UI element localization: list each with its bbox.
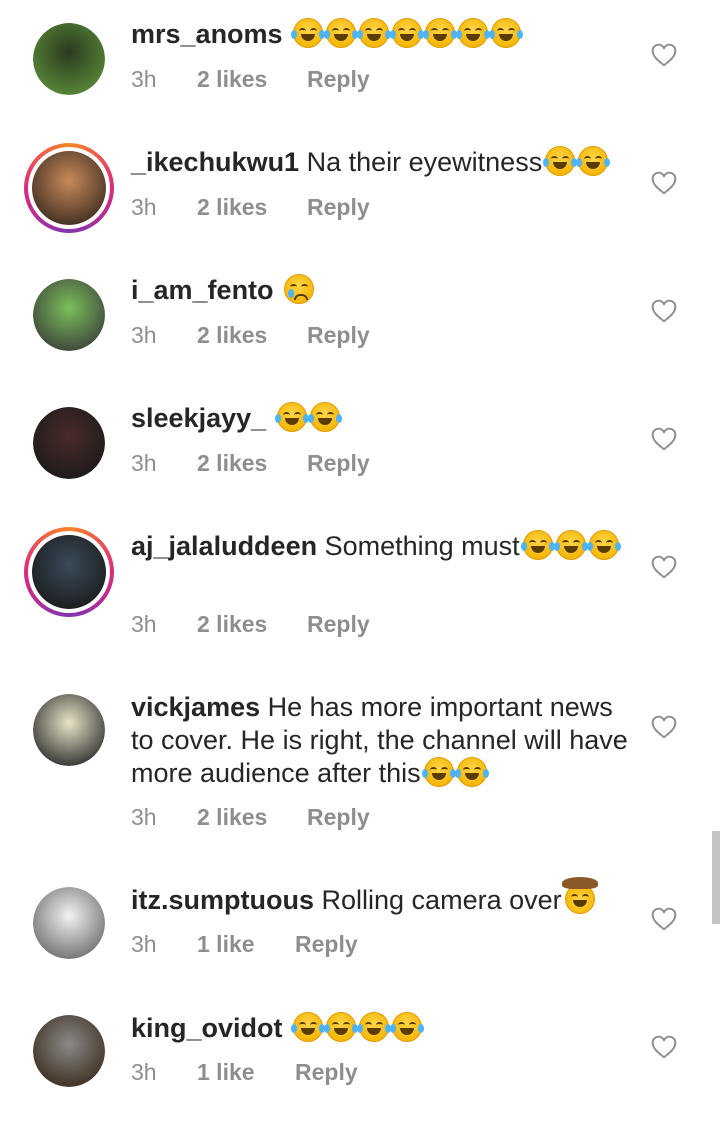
heart-outline-icon[interactable]	[651, 43, 677, 67]
comment-meta: 3h 1 like Reply	[131, 1059, 358, 1086]
comment-text: itz.sumptuous Rolling camera over	[131, 877, 631, 917]
timestamp: 3h	[131, 450, 157, 476]
avatar[interactable]	[33, 1015, 105, 1087]
avatar[interactable]	[33, 279, 105, 351]
reply-button[interactable]: Reply	[295, 931, 358, 958]
reply-button[interactable]: Reply	[307, 66, 370, 93]
likes-count-link[interactable]: 2 likes	[197, 322, 307, 349]
comment-meta: 3h 2 likes Reply	[131, 450, 370, 477]
timestamp: 3h	[131, 611, 157, 637]
heart-outline-icon[interactable]	[651, 171, 677, 195]
scrollbar[interactable]	[712, 831, 720, 924]
avatar[interactable]	[24, 527, 114, 617]
username-link[interactable]: aj_jalaluddeen	[131, 531, 317, 561]
reply-button[interactable]: Reply	[307, 804, 370, 831]
username-link[interactable]: mrs_anoms	[131, 19, 283, 49]
likes-count-link[interactable]: 1 like	[197, 931, 295, 958]
username-link[interactable]: sleekjayy_	[131, 403, 266, 433]
timestamp: 3h	[131, 931, 157, 957]
heart-outline-icon[interactable]	[651, 427, 677, 451]
heart-outline-icon[interactable]	[651, 299, 677, 323]
heart-outline-icon[interactable]	[651, 555, 677, 579]
heart-outline-icon[interactable]	[651, 1035, 677, 1059]
laughing-crying-emoji-icon	[456, 18, 491, 48]
reply-button[interactable]: Reply	[307, 194, 370, 221]
timestamp: 3h	[131, 322, 157, 348]
avatar[interactable]	[33, 407, 105, 479]
likes-count-link[interactable]: 2 likes	[197, 804, 307, 831]
comment-text: aj_jalaluddeen Something must	[131, 530, 631, 563]
laughing-crying-emoji-icon	[423, 18, 458, 48]
laughing-crying-emoji-icon	[553, 530, 588, 560]
likes-count-link[interactable]: 2 likes	[197, 450, 307, 477]
comment-meta: 3h 2 likes Reply	[131, 66, 370, 93]
comment-text: king_ovidot	[131, 1012, 631, 1045]
crying-face-emoji-icon	[284, 274, 315, 304]
username-link[interactable]: i_am_fento	[131, 275, 274, 305]
timestamp: 3h	[131, 194, 157, 220]
laughing-crying-emoji-icon	[357, 1012, 392, 1042]
comment-text: vickjames He has more important news to …	[131, 691, 631, 790]
avatar[interactable]	[33, 694, 105, 766]
laughing-crying-emoji-icon	[324, 1012, 359, 1042]
comment-meta: 3h 2 likes Reply	[131, 194, 370, 221]
comment-meta: 3h 2 likes Reply	[131, 611, 370, 638]
likes-count-link[interactable]: 2 likes	[197, 194, 307, 221]
comment-body: Rolling camera over	[321, 885, 562, 915]
laughing-crying-emoji-icon	[390, 1012, 425, 1042]
comment-text: mrs_anoms	[131, 18, 631, 51]
username-link[interactable]: _ikechukwu1	[131, 147, 299, 177]
comment-body: Na their eyewitness	[306, 147, 543, 177]
comment-meta: 3h 1 like Reply	[131, 931, 358, 958]
laughing-crying-emoji-icon	[586, 530, 621, 560]
laughing-crying-emoji-icon	[421, 757, 456, 787]
laughing-crying-emoji-icon	[489, 18, 524, 48]
laughing-crying-emoji-icon	[274, 402, 309, 432]
reply-button[interactable]: Reply	[307, 322, 370, 349]
comment-text: i_am_fento	[131, 274, 631, 307]
reply-button[interactable]: Reply	[307, 450, 370, 477]
comment-meta: 3h 2 likes Reply	[131, 322, 370, 349]
likes-count-link[interactable]: 2 likes	[197, 66, 307, 93]
likes-count-link[interactable]: 1 like	[197, 1059, 295, 1086]
laughing-crying-emoji-icon	[291, 1012, 326, 1042]
laughing-crying-emoji-icon	[543, 146, 578, 176]
laughing-crying-emoji-icon	[520, 530, 555, 560]
username-link[interactable]: itz.sumptuous	[131, 885, 314, 915]
comment-body: Something must	[324, 531, 520, 561]
avatar[interactable]	[33, 887, 105, 959]
username-link[interactable]: king_ovidot	[131, 1013, 283, 1043]
laughing-crying-emoji-icon	[454, 757, 489, 787]
laughing-crying-emoji-icon	[307, 402, 342, 432]
comment-meta: 3h 2 likes Reply	[131, 804, 370, 831]
username-link[interactable]: vickjames	[131, 692, 260, 722]
laughing-crying-emoji-icon	[324, 18, 359, 48]
comment-text: sleekjayy_	[131, 402, 631, 435]
heart-outline-icon[interactable]	[651, 715, 677, 739]
avatar[interactable]	[24, 143, 114, 233]
cowboy-emoji-icon	[561, 877, 598, 914]
laughing-crying-emoji-icon	[357, 18, 392, 48]
reply-button[interactable]: Reply	[295, 1059, 358, 1086]
reply-button[interactable]: Reply	[307, 611, 370, 638]
laughing-crying-emoji-icon	[291, 18, 326, 48]
laughing-crying-emoji-icon	[576, 146, 611, 176]
comment-text: _ikechukwu1 Na their eyewitness	[131, 146, 631, 179]
timestamp: 3h	[131, 66, 157, 92]
heart-outline-icon[interactable]	[651, 907, 677, 931]
laughing-crying-emoji-icon	[390, 18, 425, 48]
avatar[interactable]	[33, 23, 105, 95]
timestamp: 3h	[131, 804, 157, 830]
timestamp: 3h	[131, 1059, 157, 1085]
likes-count-link[interactable]: 2 likes	[197, 611, 307, 638]
